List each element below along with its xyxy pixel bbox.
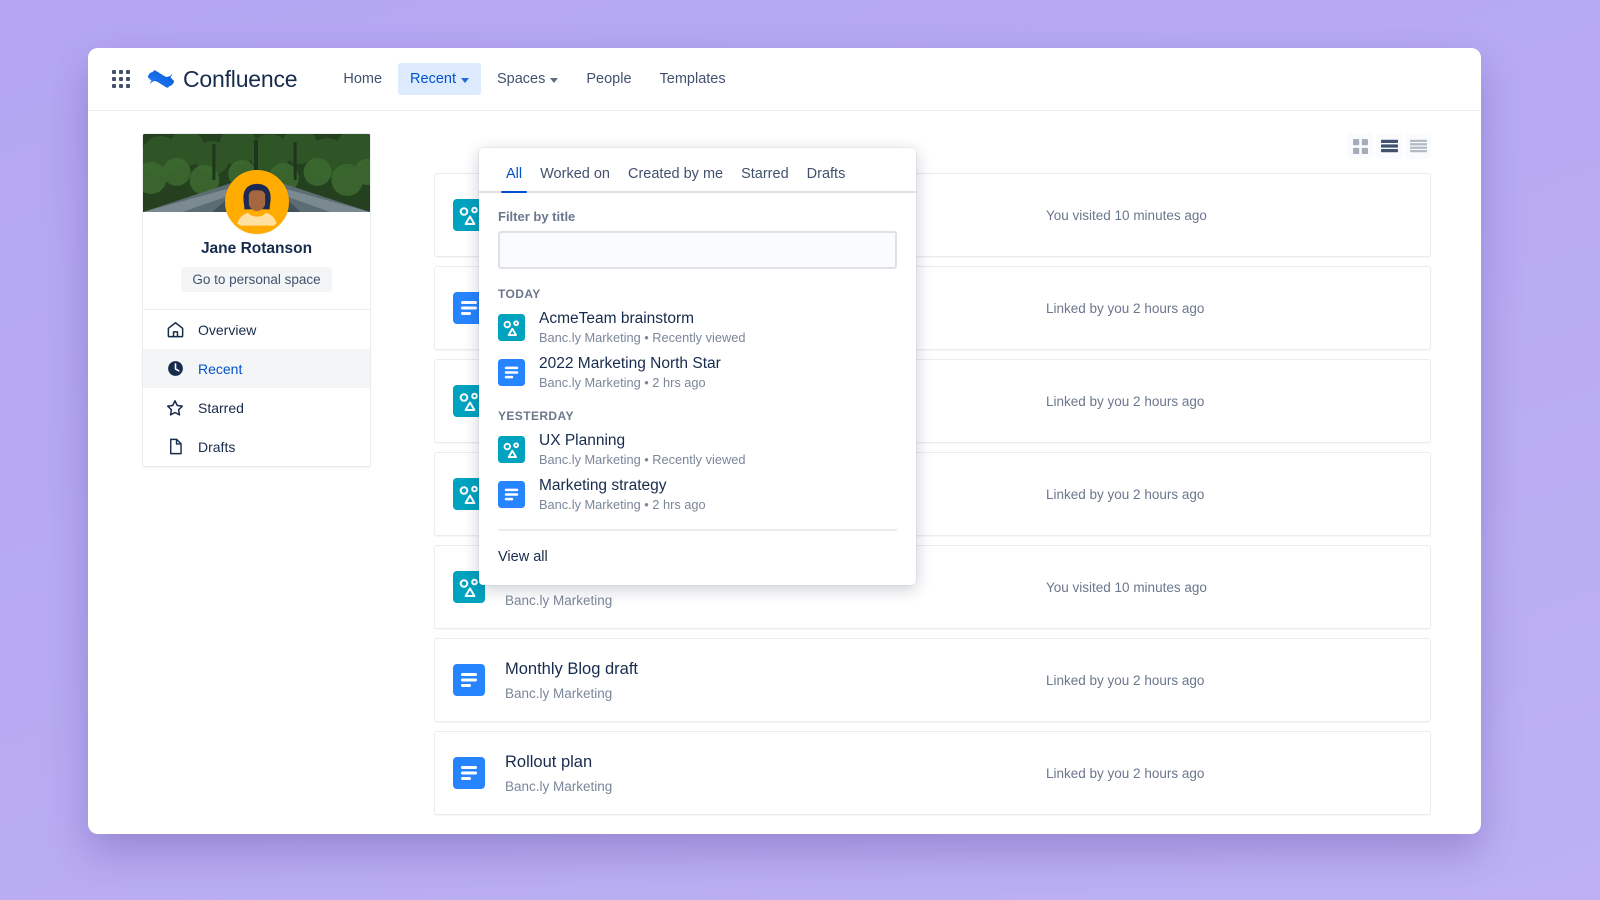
nav-item-spaces-label: Spaces (497, 71, 545, 87)
whiteboard-icon (498, 436, 525, 463)
nav-item-spaces[interactable]: Spaces (485, 63, 570, 95)
profile-card: Jane Rotanson Go to personal space Overv… (142, 133, 371, 467)
nav-item-templates-label: Templates (660, 71, 726, 87)
left-sidebar: Jane Rotanson Go to personal space Overv… (88, 111, 418, 834)
content-meta: Linked by you 2 hours ago (1046, 301, 1406, 316)
card-view-icon[interactable] (1376, 133, 1402, 159)
page-icon (498, 359, 525, 386)
filter-section: Filter by title (479, 193, 916, 273)
list-item-subtitle: Banc.ly Marketing • Recently viewed (539, 452, 745, 467)
chevron-down-icon (461, 78, 469, 83)
app-switcher-grid-icon[interactable] (108, 66, 134, 92)
confluence-brand-home-link[interactable]: Confluence (148, 66, 297, 93)
list-item-text: Marketing strategy Banc.ly Marketing • 2… (539, 477, 706, 512)
confluence-app-window: Confluence Home Recent Spaces People (88, 48, 1481, 834)
row-text: Rollout plan Banc.ly Marketing (505, 753, 1046, 794)
clock-icon (165, 359, 185, 379)
list-item-title: 2022 Marketing North Star (539, 355, 721, 373)
tab-worked-on[interactable]: Worked on (531, 160, 619, 191)
table-row[interactable]: Monthly Blog draft Banc.ly Marketing Lin… (434, 638, 1431, 722)
list-item-subtitle: Banc.ly Marketing • 2 hrs ago (539, 497, 706, 512)
chevron-down-icon (550, 78, 558, 83)
content-space: Banc.ly Marketing (505, 779, 1046, 794)
tab-drafts[interactable]: Drafts (798, 160, 855, 191)
list-item[interactable]: UX Planning Banc.ly Marketing • Recently… (479, 427, 916, 472)
content-title[interactable]: Rollout plan (505, 753, 1046, 772)
filter-by-title-input[interactable] (498, 231, 897, 269)
list-item-title: UX Planning (539, 432, 745, 450)
section-heading-yesterday: YESTERDAY (479, 395, 916, 427)
recent-dropdown-panel: All Worked on Created by me Starred Draf… (479, 148, 916, 585)
top-navigation-bar: Confluence Home Recent Spaces People (88, 48, 1481, 111)
content-space: Banc.ly Marketing (505, 686, 1046, 701)
tab-created-by-me[interactable]: Created by me (619, 160, 732, 191)
grid-view-icon[interactable] (1347, 133, 1373, 159)
app-title: Confluence (183, 66, 297, 93)
go-to-personal-space-button[interactable]: Go to personal space (181, 267, 331, 292)
page-icon (453, 664, 485, 696)
nav-item-people-label: People (586, 71, 631, 87)
nav-item-recent-label: Recent (410, 71, 456, 87)
nav-item-recent[interactable]: Recent (398, 63, 481, 95)
content-meta: You visited 10 minutes ago (1046, 580, 1406, 595)
sidebar-item-overview[interactable]: Overview (143, 310, 370, 349)
whiteboard-icon (498, 314, 525, 341)
table-row[interactable]: Rollout plan Banc.ly Marketing Linked by… (434, 731, 1431, 815)
sidebar-item-recent-label: Recent (198, 361, 242, 377)
content-meta: Linked by you 2 hours ago (1046, 673, 1406, 688)
nav-item-home-label: Home (343, 71, 382, 87)
home-icon (165, 320, 185, 340)
content-title[interactable]: Monthly Blog draft (505, 660, 1046, 679)
list-item-text: UX Planning Banc.ly Marketing • Recently… (539, 432, 745, 467)
tab-all[interactable]: All (497, 160, 531, 191)
page-icon (498, 481, 525, 508)
confluence-logo-icon (148, 66, 174, 92)
view-all-link[interactable]: View all (479, 531, 916, 585)
list-item[interactable]: Marketing strategy Banc.ly Marketing • 2… (479, 472, 916, 517)
sidebar-item-drafts[interactable]: Drafts (143, 427, 370, 466)
sidebar-item-overview-label: Overview (198, 322, 256, 338)
star-icon (165, 398, 185, 418)
list-view-icon[interactable] (1405, 133, 1431, 159)
profile-name: Jane Rotanson (143, 240, 370, 258)
row-text: Monthly Blog draft Banc.ly Marketing (505, 660, 1046, 701)
page-icon (453, 757, 485, 789)
sidebar-item-starred[interactable]: Starred (143, 388, 370, 427)
list-item-text: 2022 Marketing North Star Banc.ly Market… (539, 355, 721, 390)
document-icon (165, 437, 185, 457)
primary-nav-items: Home Recent Spaces People Templates (331, 63, 737, 95)
content-meta: Linked by you 2 hours ago (1046, 394, 1406, 409)
dropdown-tabs: All Worked on Created by me Starred Draf… (479, 148, 916, 193)
list-item[interactable]: 2022 Marketing North Star Banc.ly Market… (479, 350, 916, 395)
content-meta: Linked by you 2 hours ago (1046, 766, 1406, 781)
nav-item-home[interactable]: Home (331, 63, 394, 95)
content-space: Banc.ly Marketing (505, 593, 1046, 608)
desktop-background: Confluence Home Recent Spaces People (0, 0, 1600, 900)
list-item-title: Marketing strategy (539, 477, 706, 495)
filter-label: Filter by title (498, 209, 897, 224)
sidebar-item-recent[interactable]: Recent (143, 349, 370, 388)
nav-item-templates[interactable]: Templates (648, 63, 738, 95)
list-item-text: AcmeTeam brainstorm Banc.ly Marketing • … (539, 310, 745, 345)
tab-starred[interactable]: Starred (732, 160, 798, 191)
list-item[interactable]: AcmeTeam brainstorm Banc.ly Marketing • … (479, 305, 916, 350)
sidebar-item-starred-label: Starred (198, 400, 244, 416)
content-meta: Linked by you 2 hours ago (1046, 487, 1406, 502)
sidebar-nav-list: Overview Recent (143, 309, 370, 466)
content-meta: You visited 10 minutes ago (1046, 208, 1406, 223)
list-item-title: AcmeTeam brainstorm (539, 310, 745, 328)
nav-item-people[interactable]: People (574, 63, 643, 95)
sidebar-item-drafts-label: Drafts (198, 439, 235, 455)
user-avatar[interactable] (225, 170, 289, 234)
list-item-subtitle: Banc.ly Marketing • 2 hrs ago (539, 375, 721, 390)
list-item-subtitle: Banc.ly Marketing • Recently viewed (539, 330, 745, 345)
section-heading-today: TODAY (479, 273, 916, 305)
